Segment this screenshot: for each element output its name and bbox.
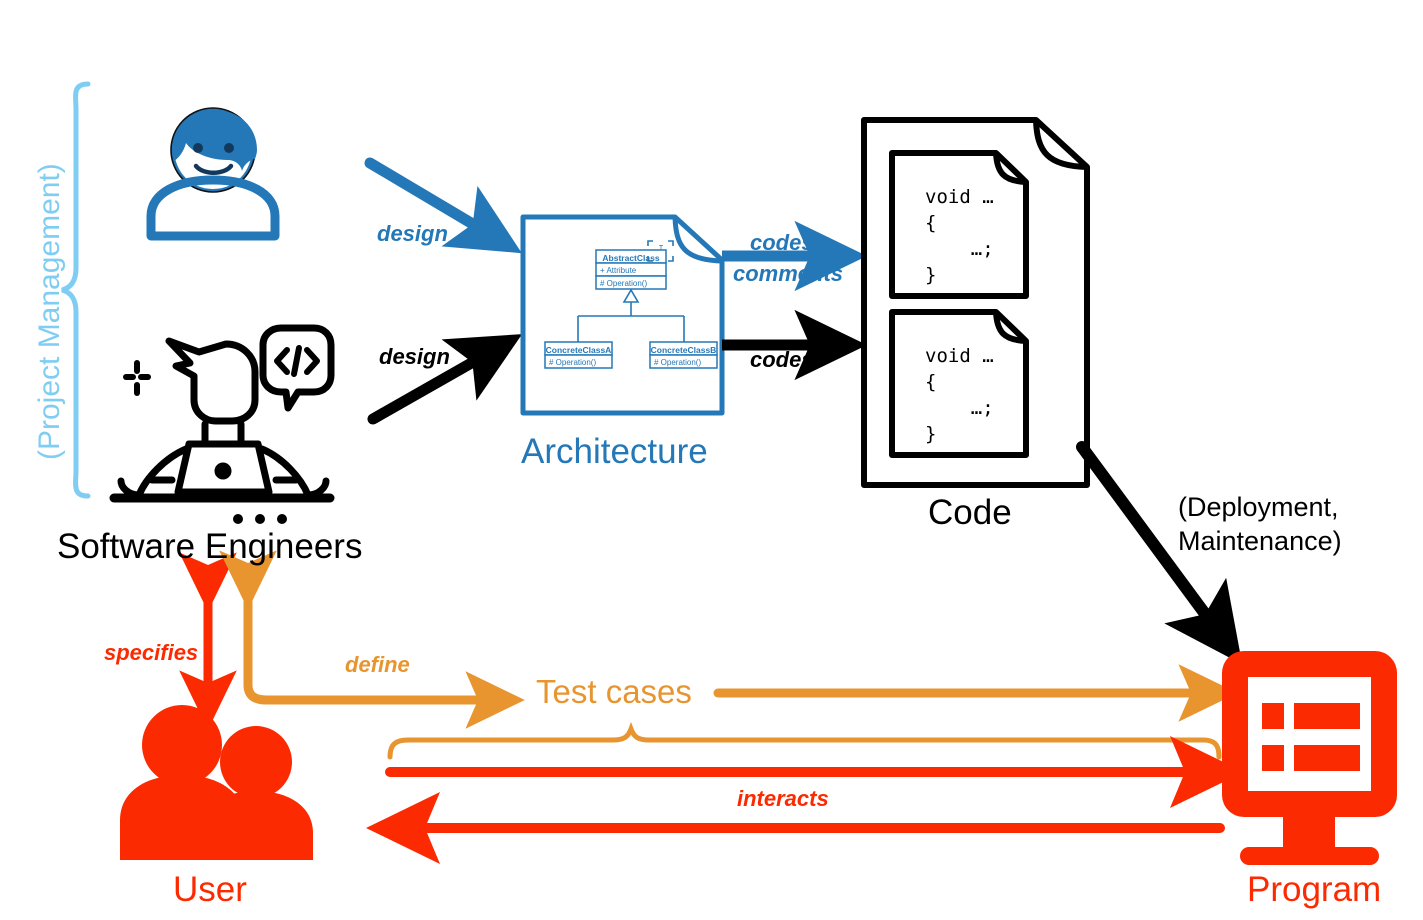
user-label: User bbox=[173, 870, 247, 909]
software-engineers-label: Software Engineers bbox=[57, 527, 363, 566]
code-speech-bubble-icon bbox=[259, 324, 335, 412]
code-snippet-1-line2: { bbox=[925, 212, 937, 234]
code-snippet-1-line4: } bbox=[925, 264, 937, 286]
deployment-label-line1: (Deployment, bbox=[1178, 492, 1339, 522]
program-label: Program bbox=[1247, 870, 1382, 909]
uml-document-icon bbox=[520, 214, 725, 416]
diagram-vector-layer bbox=[61, 81, 1397, 865]
uml-concrete-b-operation: # Operation() bbox=[654, 358, 702, 367]
define-arrow bbox=[219, 550, 525, 729]
diagram-canvas: (Project Management) design design codes… bbox=[0, 0, 1423, 920]
codes-label: codes bbox=[750, 347, 814, 372]
two-users-icon bbox=[120, 705, 313, 860]
architecture-label: Architecture bbox=[521, 432, 708, 471]
code-snippet-2-line4: } bbox=[925, 423, 937, 445]
code-snippet-1-line1: void … bbox=[925, 186, 994, 208]
code-snippet-2-line1: void … bbox=[925, 345, 994, 367]
code-label: Code bbox=[928, 493, 1012, 532]
deployment-label-line2: Maintenance) bbox=[1178, 526, 1342, 556]
code-snippet-2-line2: { bbox=[925, 371, 937, 393]
uml-concrete-a-name: ConcreteClassA bbox=[545, 344, 612, 355]
uml-abstract-class-attribute: + Attribute bbox=[600, 266, 637, 275]
codes-comments-label-line2: comments bbox=[733, 261, 844, 286]
test-cases-label: Test cases bbox=[530, 674, 698, 710]
specifies-label: specifies bbox=[104, 640, 199, 665]
uml-concrete-b-name: ConcreteClassB bbox=[650, 344, 717, 355]
uml-abstract-class-operation: # Operation() bbox=[600, 279, 648, 288]
uml-concrete-a-operation: # Operation() bbox=[549, 358, 597, 367]
design-blue-label: design bbox=[377, 221, 448, 246]
test-cases-brace bbox=[387, 721, 1222, 760]
code-snippet-2-line3: …; bbox=[925, 397, 994, 419]
interacts-label: interacts bbox=[737, 786, 829, 811]
monitor-program-icon bbox=[1222, 651, 1397, 865]
uml-abstract-class-name: AbstractClass bbox=[602, 252, 660, 263]
codes-comments-label-line1: codes, bbox=[750, 230, 820, 255]
project-management-label: (Project Management) bbox=[33, 163, 66, 460]
code-snippet-1-line3: …; bbox=[925, 238, 994, 260]
define-label: define bbox=[345, 652, 410, 677]
code-document-icon bbox=[861, 117, 1090, 488]
uml-stereotype-marker: T bbox=[658, 245, 664, 252]
person-avatar-icon bbox=[146, 107, 280, 241]
design-black-label: design bbox=[379, 344, 450, 369]
